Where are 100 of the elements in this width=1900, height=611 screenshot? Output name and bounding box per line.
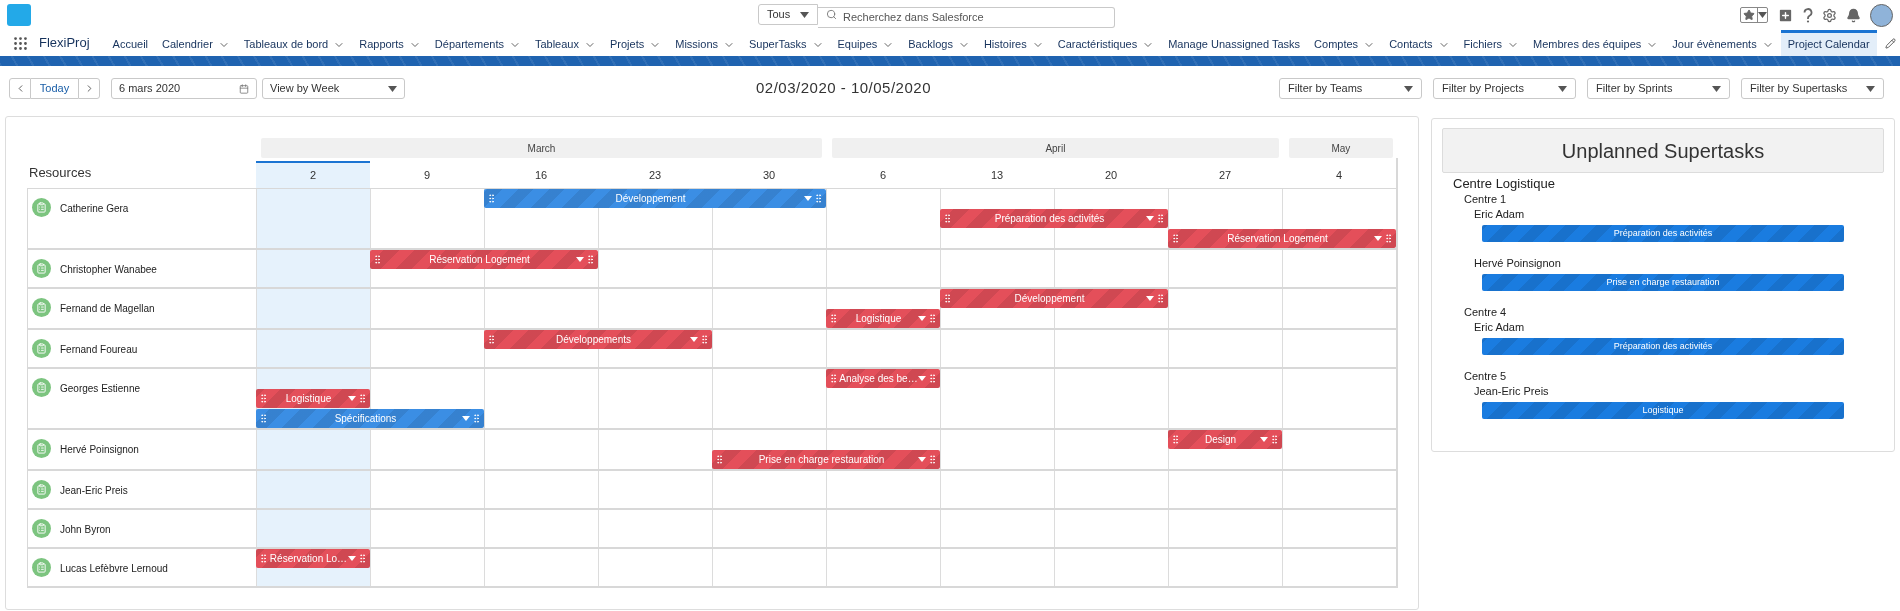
event-bar[interactable]: Spécifications: [256, 409, 484, 428]
task-bar[interactable]: Préparation des activités: [1482, 225, 1844, 242]
week-header[interactable]: 20: [1054, 161, 1168, 189]
search-scope-select[interactable]: Tous: [758, 4, 818, 25]
caret-icon[interactable]: [576, 257, 584, 262]
drag-handle-icon[interactable]: [828, 373, 839, 384]
drag-handle-icon[interactable]: [1170, 233, 1181, 244]
resize-handle-icon[interactable]: [1269, 434, 1280, 445]
resize-handle-icon[interactable]: [1155, 293, 1166, 304]
event-bar[interactable]: Préparation des activités: [940, 209, 1168, 228]
date-field[interactable]: 6 mars 2020: [111, 78, 257, 99]
nav-tab[interactable]: Comptes: [1307, 30, 1383, 56]
event-bar[interactable]: Développement: [940, 289, 1168, 308]
caret-icon[interactable]: [1146, 216, 1154, 221]
filter-select[interactable]: Filter by Teams: [1279, 78, 1422, 99]
week-header[interactable]: 9: [370, 161, 484, 189]
caret-icon[interactable]: [348, 556, 356, 561]
resize-handle-icon[interactable]: [357, 553, 368, 564]
add-icon[interactable]: [1777, 6, 1794, 24]
task-bar[interactable]: Logistique: [1482, 402, 1844, 419]
caret-icon[interactable]: [690, 337, 698, 342]
nav-tab[interactable]: Equipes: [830, 30, 902, 56]
caret-icon[interactable]: [1374, 236, 1382, 241]
nav-tab[interactable]: Projets: [603, 30, 669, 56]
nav-tab[interactable]: Backlogs: [901, 30, 977, 56]
nav-tab[interactable]: SuperTasks: [742, 30, 831, 56]
caret-icon[interactable]: [1146, 296, 1154, 301]
nav-tab[interactable]: Manage Unassigned Tasks: [1161, 30, 1308, 56]
resource-name[interactable]: Hervé Poinsignon: [60, 442, 139, 457]
drag-handle-icon[interactable]: [258, 393, 269, 404]
nav-tab[interactable]: Project Calendar: [1780, 30, 1877, 56]
event-bar[interactable]: Prise en charge restauration: [712, 450, 940, 469]
filter-select[interactable]: Filter by Supertasks: [1741, 78, 1884, 99]
caret-icon[interactable]: [348, 396, 356, 401]
week-header[interactable]: 4: [1282, 161, 1396, 189]
notifications-icon[interactable]: [1846, 7, 1861, 23]
drag-handle-icon[interactable]: [942, 213, 953, 224]
search-field[interactable]: Recherchez dans Salesforce: [818, 6, 1115, 28]
week-header[interactable]: 6: [826, 161, 940, 189]
nav-tab[interactable]: Caractéristiques: [1050, 30, 1162, 56]
nav-tab[interactable]: Jour évènements: [1665, 30, 1781, 56]
nav-tab[interactable]: Accueil: [105, 30, 156, 56]
resource-name[interactable]: Fernand de Magellan: [60, 301, 155, 316]
nav-tab[interactable]: Histoires: [976, 30, 1051, 56]
caret-icon[interactable]: [1260, 437, 1268, 442]
resource-name[interactable]: Georges Estienne: [60, 381, 141, 396]
app-launcher-icon[interactable]: [12, 34, 29, 52]
user-avatar[interactable]: [1870, 3, 1893, 27]
resize-handle-icon[interactable]: [357, 393, 368, 404]
event-bar[interactable]: Développement: [484, 189, 826, 208]
favorites-button[interactable]: [1740, 7, 1768, 23]
nav-tab[interactable]: Contacts: [1382, 30, 1457, 56]
resize-handle-icon[interactable]: [699, 334, 710, 345]
event-bar[interactable]: Réservation Logement: [370, 250, 598, 269]
nav-tab[interactable]: Calendrier: [155, 30, 237, 56]
event-bar[interactable]: Design: [1168, 430, 1282, 449]
caret-icon[interactable]: [918, 376, 926, 381]
help-icon[interactable]: [1803, 7, 1813, 23]
edit-icon[interactable]: [1885, 37, 1896, 49]
nav-tab[interactable]: Membres des équipes: [1526, 30, 1666, 56]
resource-name[interactable]: Christopher Wanabee: [60, 262, 157, 277]
event-bar[interactable]: Développements: [484, 330, 712, 349]
nav-tab[interactable]: Tableaux: [527, 30, 603, 56]
resource-name[interactable]: Lucas Lefèbvre Lernoud: [60, 561, 168, 576]
resize-handle-icon[interactable]: [1155, 213, 1166, 224]
week-header[interactable]: 13: [940, 161, 1054, 189]
resource-name[interactable]: Fernand Foureau: [60, 342, 138, 357]
drag-handle-icon[interactable]: [258, 553, 269, 564]
nav-tab[interactable]: Missions: [668, 30, 743, 56]
resize-handle-icon[interactable]: [471, 413, 482, 424]
event-bar[interactable]: Analyse des be…: [826, 369, 940, 388]
resource-name[interactable]: Jean-Eric Preis: [60, 483, 128, 498]
resize-handle-icon[interactable]: [927, 373, 938, 384]
week-header[interactable]: 27: [1168, 161, 1282, 189]
filter-select[interactable]: Filter by Sprints: [1587, 78, 1730, 99]
resize-handle-icon[interactable]: [585, 254, 596, 265]
drag-handle-icon[interactable]: [714, 454, 725, 465]
drag-handle-icon[interactable]: [372, 254, 383, 265]
settings-icon[interactable]: [1822, 7, 1837, 23]
drag-handle-icon[interactable]: [258, 413, 269, 424]
nav-tab[interactable]: Tableaux de bord: [236, 30, 353, 56]
resize-handle-icon[interactable]: [927, 313, 938, 324]
nav-tab[interactable]: Fichiers: [1456, 30, 1527, 56]
event-bar[interactable]: Réservation Lo…: [256, 549, 370, 568]
drag-handle-icon[interactable]: [486, 193, 497, 204]
task-bar[interactable]: Prise en charge restauration: [1482, 274, 1844, 291]
caret-icon[interactable]: [804, 196, 812, 201]
today-button[interactable]: Today: [31, 78, 78, 99]
event-bar[interactable]: Réservation Logement: [1168, 229, 1396, 248]
caret-icon[interactable]: [918, 316, 926, 321]
resize-handle-icon[interactable]: [813, 193, 824, 204]
resource-name[interactable]: John Byron: [60, 522, 111, 537]
caret-icon[interactable]: [462, 416, 470, 421]
drag-handle-icon[interactable]: [486, 334, 497, 345]
event-bar[interactable]: Logistique: [826, 309, 940, 328]
drag-handle-icon[interactable]: [942, 293, 953, 304]
nav-tab[interactable]: Rapports: [352, 30, 428, 56]
resize-handle-icon[interactable]: [1383, 233, 1394, 244]
task-bar[interactable]: Préparation des activités: [1482, 338, 1844, 355]
caret-icon[interactable]: [918, 457, 926, 462]
